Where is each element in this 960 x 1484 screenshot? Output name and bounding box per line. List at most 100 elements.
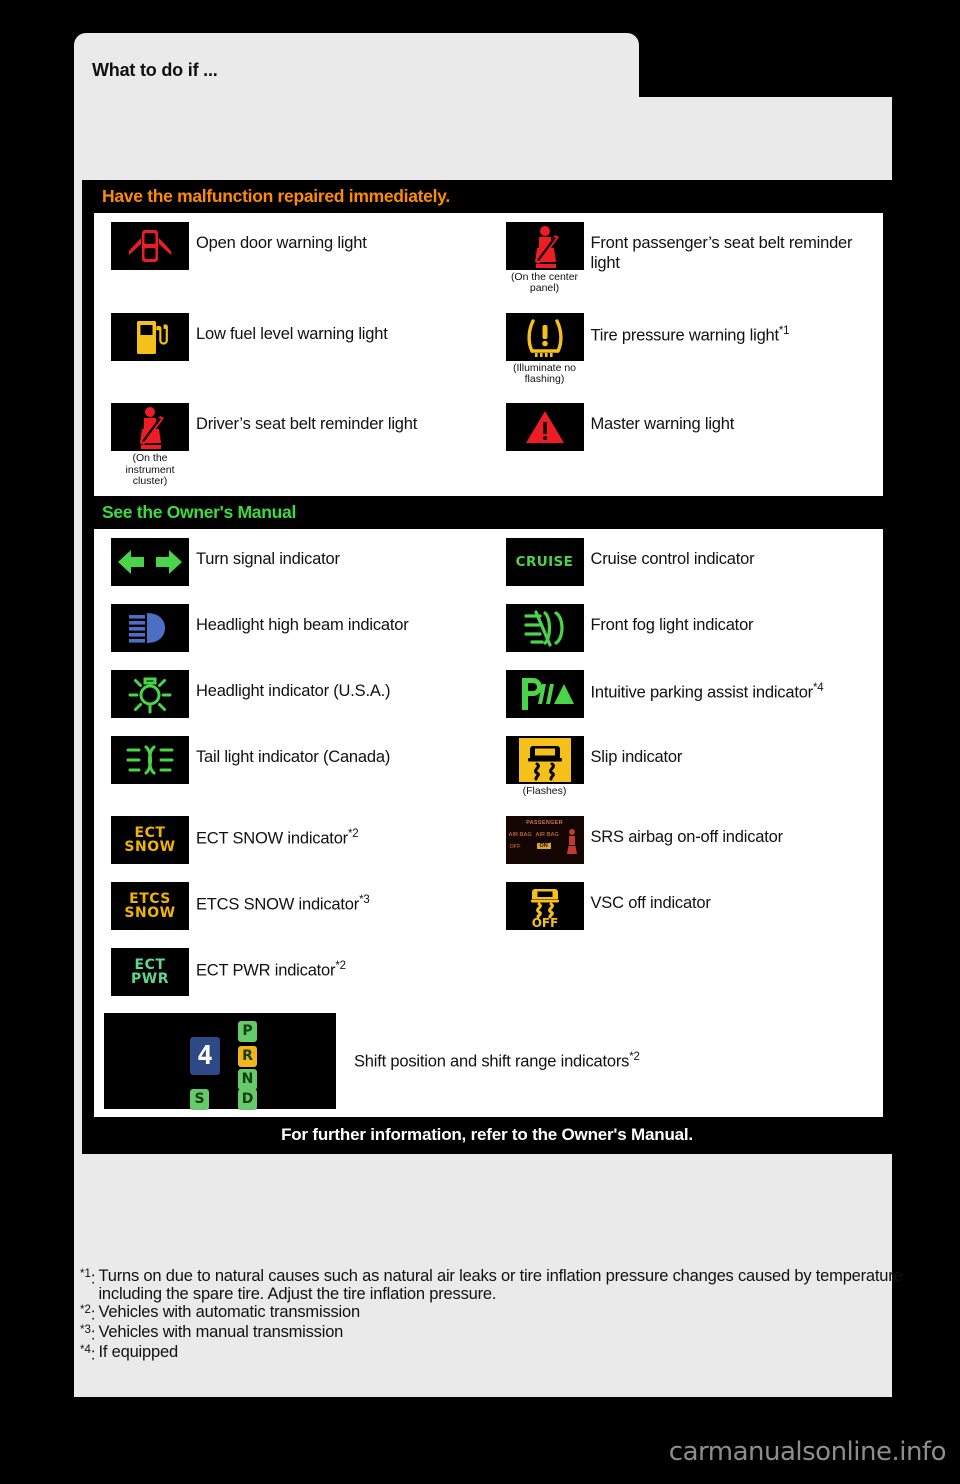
slip-car-glyph — [527, 746, 562, 781]
page-title: What to do if ... — [92, 60, 218, 80]
table-row: (Flashes) Slip indicator — [489, 727, 884, 806]
table-row: Turn signal indicator — [94, 529, 489, 595]
icon-column — [104, 670, 196, 719]
icon-column: (On the instrument cluster) — [104, 403, 196, 487]
icon-column — [104, 736, 196, 785]
turn-arrows-glyph — [118, 550, 182, 575]
footnote-marker-text: *2 — [80, 1303, 91, 1316]
ect-pwr-indicator-icon: ECT PWR — [111, 947, 189, 996]
ect-pwr-text: ECT PWR — [131, 958, 169, 986]
tail-light-indicator-icon — [111, 736, 189, 785]
table-row: Open door warning light — [94, 213, 489, 304]
srs-airbag-right-label: AIR BAG — [535, 831, 559, 838]
srs-on-label: ON — [536, 842, 551, 849]
open-door-warning-icon — [111, 222, 189, 270]
srs-airbag-left-label: AIR BAG — [508, 831, 532, 838]
icon-note: (Illuminate no flashing) — [512, 361, 577, 385]
site-watermark: carmanualsonline.info — [668, 1437, 947, 1467]
icon-column: (On the center panel) — [499, 222, 591, 295]
footnote-marker: *1: — [80, 1268, 96, 1288]
table-row-shift-position: 4 P R N D S Shift position and shift ran… — [94, 1005, 883, 1117]
table-row: PASSENGER AIR BAG AIR BAG OFF ON SRS air… — [489, 807, 884, 873]
tail-light-glyph — [126, 745, 174, 775]
ectpwr-line2: PWR — [131, 970, 169, 987]
indicator-label: Headlight high beam indicator — [196, 616, 409, 635]
label-text: Intuitive parking assist indicator — [590, 683, 814, 702]
footnote-item: *3: Vehicles with manual transmission — [80, 1323, 910, 1344]
footnote-marker: *4 — [812, 682, 824, 695]
label-text: ECT PWR indicator — [196, 961, 336, 980]
srs-passenger-label: PASSENGER — [526, 819, 563, 826]
icon-column — [499, 670, 591, 719]
indicator-label: Low fuel level warning light — [196, 324, 388, 343]
page-root: What to do if ... Have the malfunction r… — [0, 0, 960, 1484]
headlight-high-beam-indicator-icon — [111, 604, 189, 653]
footnote-marker-text: *4 — [80, 1344, 91, 1357]
footnote-marker-text: *3 — [80, 1323, 91, 1336]
table-footer-note: For further information, refer to the Ow… — [281, 1124, 693, 1144]
etcs-line2: SNOW — [124, 904, 176, 921]
footnote-item: *2: Vehicles with automatic transmission — [80, 1303, 910, 1324]
table-row-empty — [489, 939, 884, 1005]
shift-gear-segment: 4 — [190, 1036, 220, 1075]
cruise-label: CRUISE — [515, 554, 574, 571]
table-row: OFF VSC off indicator — [489, 873, 884, 939]
section-heading-owners-manual: See the Owner's Manual — [102, 502, 297, 523]
indicator-label: Open door warning light — [196, 234, 367, 252]
label-text: Tire pressure warning light — [590, 326, 780, 345]
section-heading-malfunction: Have the malfunction repaired immediatel… — [102, 186, 450, 206]
etcs-snow-text: ETCS SNOW — [124, 892, 175, 920]
low-fuel-level-warning-icon — [111, 312, 189, 361]
indicator-label: ETCS SNOW indicator*3 — [196, 882, 370, 915]
icon-note: (Flashes) — [522, 785, 567, 798]
icon-column — [104, 312, 196, 361]
srs-panel: PASSENGER AIR BAG AIR BAG OFF ON — [505, 815, 584, 864]
srs-off-label: OFF — [509, 843, 521, 850]
indicator-label: Front fog light indicator — [590, 616, 754, 635]
vsc-off-indicator-icon: OFF — [505, 881, 584, 930]
headlight-bulb-glyph — [128, 677, 172, 714]
indicator-label: Tail light indicator (Canada) — [196, 748, 391, 767]
label-text: ECT SNOW indicator — [196, 829, 348, 848]
etcs-line1: ETCS — [129, 890, 171, 907]
footnote-item: *4: If equipped — [80, 1343, 910, 1364]
ect-line1: ECT — [134, 824, 166, 841]
indicator-label: ECT PWR indicator*2 — [196, 948, 346, 981]
seat-belt-reminder-glyph — [534, 226, 559, 268]
label-text: Shift position and shift range indicator… — [354, 1052, 630, 1071]
indicator-label: Tire pressure warning light*1 — [591, 313, 790, 346]
front-passenger-seat-belt-reminder-icon — [505, 222, 584, 270]
indicator-label: Headlight indicator (U.S.A.) — [196, 682, 391, 701]
table-row: (Illuminate no flashing) Tire pressure w… — [489, 304, 884, 395]
table-row: Intuitive parking assist indicator*4 — [489, 661, 884, 727]
table-row: ECT PWR ECT PWR indicator*2 — [94, 939, 489, 1005]
label-text: ETCS SNOW indicator — [196, 895, 360, 914]
table-row: (On the instrument cluster) Driver’s sea… — [94, 394, 489, 496]
high-beam-glyph — [129, 613, 165, 644]
front-fog-light-indicator-icon — [505, 604, 584, 653]
table-row: Front fog light indicator — [489, 595, 884, 661]
indicator-label: Intuitive parking assist indicator*4 — [591, 670, 824, 703]
master-warning-icon — [505, 403, 584, 452]
footnote-marker: *3 — [359, 893, 370, 906]
table-row: Tail light indicator (Canada) — [94, 727, 489, 806]
indicator-label: Driver’s seat belt reminder light — [196, 415, 418, 434]
ect-snow-indicator-icon: ECT SNOW — [111, 815, 189, 864]
icon-column: OFF — [499, 881, 591, 930]
warning-indicator-table: Have the malfunction repaired immediatel… — [82, 180, 892, 1154]
etcs-snow-indicator-icon: ETCS SNOW — [111, 881, 189, 930]
table-row: Master warning light — [489, 394, 884, 496]
headlight-indicator-icon — [111, 670, 189, 719]
ect-line2: SNOW — [124, 838, 176, 855]
indicator-label: Front passenger’s seat belt reminder lig… — [590, 234, 853, 273]
shift-pill-s: S — [190, 1088, 209, 1110]
icon-column: CRUISE — [499, 538, 591, 587]
footnote-marker: *2 — [347, 827, 359, 840]
table-row: Headlight high beam indicator — [94, 595, 489, 661]
seat-belt-reminder-glyph — [140, 407, 164, 450]
indicator-label: ECT SNOW indicator*2 — [196, 816, 359, 849]
indicator-label: Master warning light — [590, 415, 735, 434]
fog-light-glyph — [523, 610, 564, 647]
footnote-text: Turns on due to natural causes such as n… — [98, 1267, 903, 1303]
icon-column — [499, 604, 591, 653]
